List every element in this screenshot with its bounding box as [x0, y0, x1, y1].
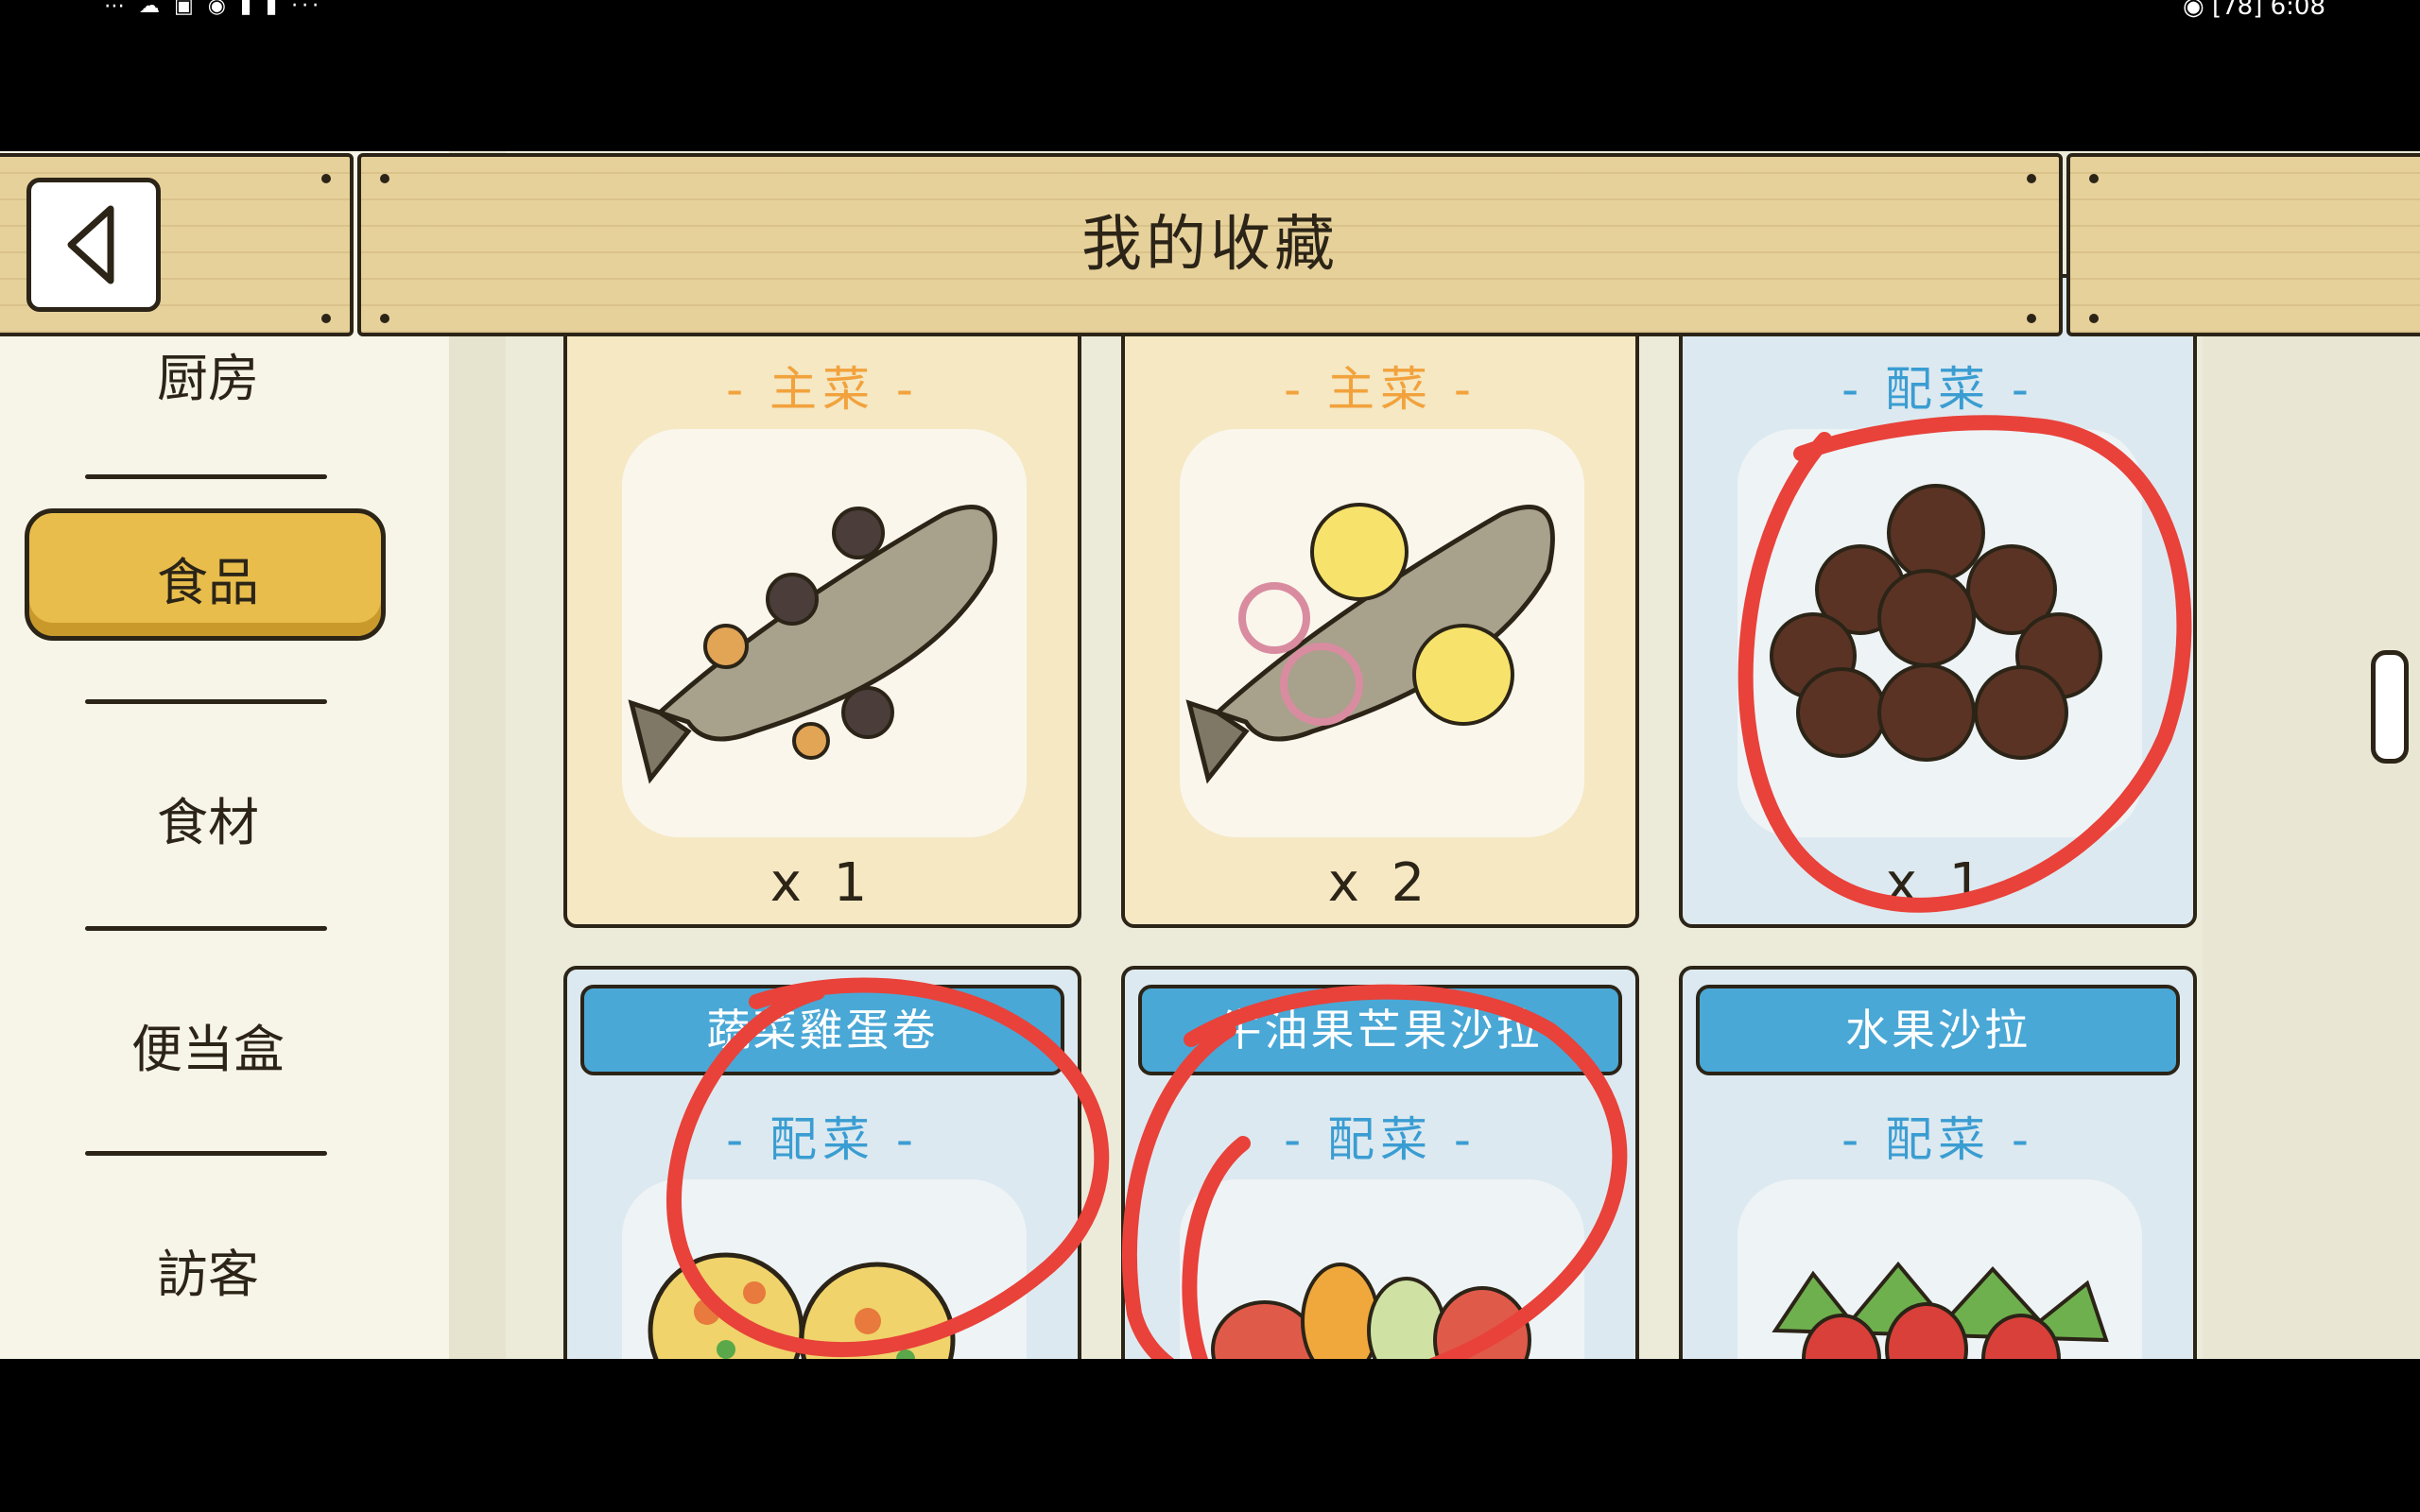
status-bar: ⋯ ☁ ▣ ◉ ▮ ▮ ··· ◉ [78] 6:08: [0, 0, 2420, 26]
annotation-circle: [1737, 415, 2192, 913]
status-right: ◉ [78] 6:08: [2183, 0, 2325, 21]
annotation-overlay: [666, 415, 2192, 1359]
annotation-circle: [666, 977, 1110, 1358]
eye-icon: ◉: [2182, 0, 2204, 21]
annotation-circle: [1121, 984, 1628, 1359]
app-window: 厨房 食品 食材 便当盒 訪客 - 主菜 - x 1 - 主菜 - x 2 - …: [0, 151, 2420, 1359]
battery-icon: [78]: [2211, 0, 2263, 21]
clock: 6:08: [2270, 0, 2325, 21]
notification-icons: ⋯ ☁ ▣ ◉ ▮ ▮ ···: [104, 0, 323, 18]
